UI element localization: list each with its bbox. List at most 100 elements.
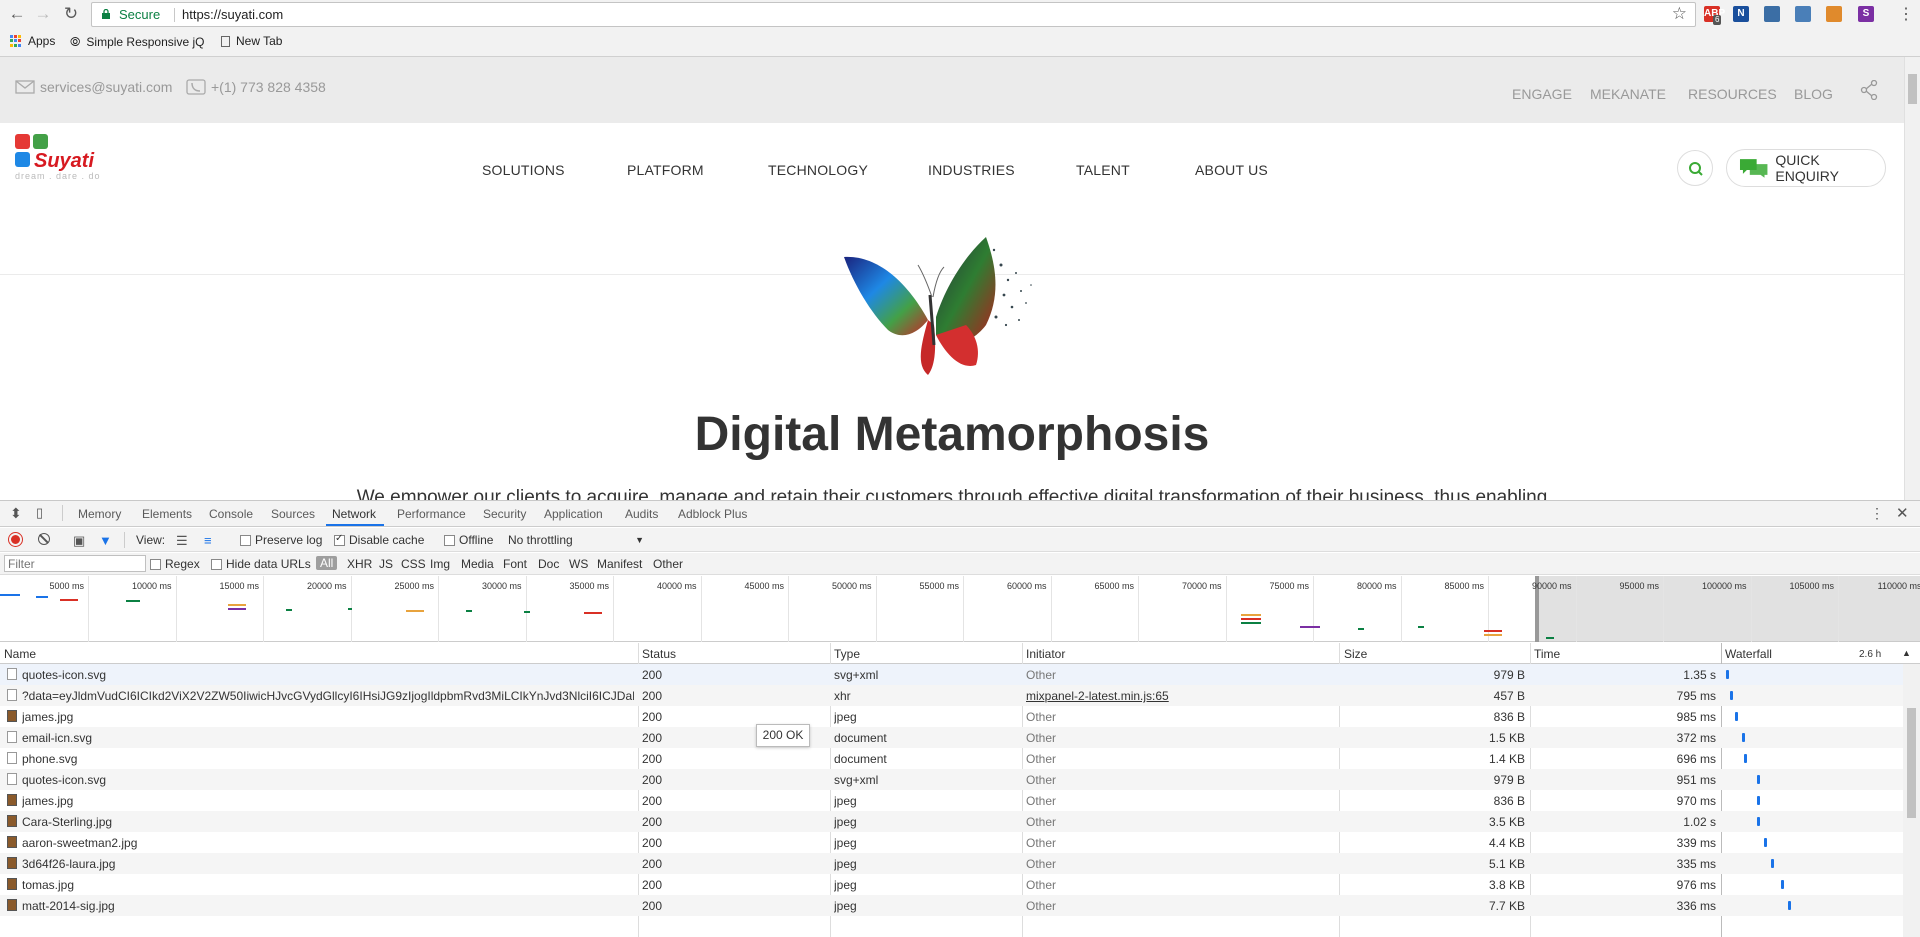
- filter-type-media[interactable]: Media: [461, 557, 494, 571]
- offline-checkbox[interactable]: Offline: [444, 533, 493, 547]
- request-row[interactable]: matt-2014-sig.jpg200jpegOther7.7 KB336 m…: [0, 895, 1903, 916]
- filter-type-css[interactable]: CSS: [401, 557, 426, 571]
- filter-type-xhr[interactable]: XHR: [347, 557, 372, 571]
- request-row[interactable]: quotes-icon.svg200svg+xmlOther979 B951 m…: [0, 769, 1903, 790]
- top-link-resources[interactable]: RESOURCES: [1688, 86, 1777, 102]
- filter-input[interactable]: [4, 555, 146, 572]
- request-row[interactable]: phone.svg200documentOther1.4 KB696 ms: [0, 748, 1903, 769]
- clear-icon[interactable]: [38, 533, 50, 545]
- top-link-mekanate[interactable]: MEKANATE: [1590, 86, 1666, 102]
- filter-type-img[interactable]: Img: [430, 557, 450, 571]
- n-extension-icon[interactable]: N: [1733, 6, 1749, 22]
- throttling-select[interactable]: No throttling▼: [508, 533, 644, 547]
- request-name[interactable]: ?data=eyJldmVudCI6ICIkd2ViX2V2ZW50IiwicH…: [22, 689, 634, 703]
- back-arrow-icon[interactable]: ←: [7, 4, 27, 24]
- tab-network[interactable]: Network: [332, 507, 376, 521]
- request-row[interactable]: tomas.jpg200jpegOther3.8 KB976 ms: [0, 874, 1903, 895]
- s-extension-icon[interactable]: S: [1858, 6, 1874, 22]
- network-overview[interactable]: 5000 ms10000 ms15000 ms20000 ms25000 ms3…: [0, 576, 1920, 642]
- request-row[interactable]: Cara-Sterling.jpg200jpegOther3.5 KB1.02 …: [0, 811, 1903, 832]
- column-initiator[interactable]: Initiator: [1026, 647, 1065, 661]
- column-type[interactable]: Type: [834, 647, 860, 661]
- request-name[interactable]: quotes-icon.svg: [22, 668, 634, 682]
- record-button[interactable]: [9, 533, 22, 546]
- preserve-log-checkbox[interactable]: Preserve log: [240, 533, 322, 547]
- tab-console[interactable]: Console: [209, 507, 253, 521]
- column-size[interactable]: Size: [1344, 647, 1367, 661]
- request-name[interactable]: 3d64f26-laura.jpg: [22, 857, 634, 871]
- request-name[interactable]: james.jpg: [22, 710, 634, 724]
- column-waterfall[interactable]: Waterfall: [1725, 647, 1772, 661]
- tab-audits[interactable]: Audits: [625, 507, 658, 521]
- tab-memory[interactable]: Memory: [78, 507, 121, 521]
- request-row[interactable]: 3d64f26-laura.jpg200jpegOther5.1 KB335 m…: [0, 853, 1903, 874]
- request-initiator[interactable]: mixpanel-2-latest.min.js:65: [1026, 689, 1169, 703]
- request-row[interactable]: ?data=eyJldmVudCI6ICIkd2ViX2V2ZW50IiwicH…: [0, 685, 1903, 706]
- request-row[interactable]: james.jpg200jpegOther836 B985 ms: [0, 706, 1903, 727]
- quick-enquiry-button[interactable]: QUICK ENQUIRY: [1726, 149, 1886, 187]
- column-status[interactable]: Status: [642, 647, 676, 661]
- address-bar[interactable]: Secure https://suyati.com ☆: [91, 2, 1696, 27]
- nav-about-us[interactable]: ABOUT US: [1195, 162, 1268, 178]
- filter-type-font[interactable]: Font: [503, 557, 527, 571]
- page-scrollbar[interactable]: [1904, 57, 1920, 500]
- column-name[interactable]: Name: [4, 647, 36, 661]
- bookmark-new-tab[interactable]: New Tab: [221, 34, 282, 48]
- browser-menu-icon[interactable]: ⋮: [1898, 4, 1914, 24]
- filter-type-doc[interactable]: Doc: [538, 557, 559, 571]
- tab-elements[interactable]: Elements: [142, 507, 192, 521]
- screenshot-extension-icon[interactable]: [1795, 6, 1811, 22]
- overview-icon[interactable]: ≡: [204, 533, 212, 548]
- page-scrollbar-thumb[interactable]: [1908, 74, 1917, 104]
- bookmark-star-icon[interactable]: ☆: [1672, 4, 1687, 24]
- column-time[interactable]: Time: [1534, 647, 1560, 661]
- device-toolbar-icon[interactable]: ▯: [36, 505, 43, 521]
- request-name[interactable]: Cara-Sterling.jpg: [22, 815, 634, 829]
- request-name[interactable]: tomas.jpg: [22, 878, 634, 892]
- request-row[interactable]: aaron-sweetman2.jpg200jpegOther4.4 KB339…: [0, 832, 1903, 853]
- url-text[interactable]: https://suyati.com: [182, 7, 283, 22]
- disable-cache-checkbox[interactable]: Disable cache: [334, 533, 424, 547]
- request-name[interactable]: quotes-icon.svg: [22, 773, 634, 787]
- filter-type-all[interactable]: All: [316, 556, 337, 570]
- forward-arrow-icon[interactable]: →: [33, 4, 53, 24]
- nav-talent[interactable]: TALENT: [1076, 162, 1130, 178]
- phone-contact[interactable]: +(1) 773 828 4358: [186, 79, 326, 95]
- devtools-menu-icon[interactable]: ⋮: [1870, 505, 1884, 522]
- request-name[interactable]: james.jpg: [22, 794, 634, 808]
- close-devtools-icon[interactable]: ✕: [1896, 504, 1909, 522]
- nav-industries[interactable]: INDUSTRIES: [928, 162, 1015, 178]
- tab-application[interactable]: Application: [544, 507, 603, 521]
- request-name[interactable]: matt-2014-sig.jpg: [22, 899, 634, 913]
- requests-scrollbar-thumb[interactable]: [1907, 708, 1916, 818]
- request-name[interactable]: email-icn.svg: [22, 731, 634, 745]
- share-icon[interactable]: [1860, 80, 1878, 100]
- tab-performance[interactable]: Performance: [397, 507, 466, 521]
- request-name[interactable]: phone.svg: [22, 752, 634, 766]
- tab-sources[interactable]: Sources: [271, 507, 315, 521]
- request-row[interactable]: quotes-icon.svg200svg+xmlOther979 B1.35 …: [0, 664, 1903, 685]
- inspect-element-icon[interactable]: ⬍: [10, 505, 22, 522]
- filter-type-ws[interactable]: WS: [569, 557, 588, 571]
- eyedropper-extension-icon[interactable]: [1826, 6, 1842, 22]
- site-search-button[interactable]: [1677, 150, 1713, 186]
- bookmark-apps[interactable]: Apps: [10, 34, 55, 48]
- top-link-blog[interactable]: BLOG: [1794, 86, 1833, 102]
- top-link-engage[interactable]: ENGAGE: [1512, 86, 1572, 102]
- sort-up-icon[interactable]: ▲: [1902, 648, 1911, 658]
- request-row[interactable]: james.jpg200jpegOther836 B970 ms: [0, 790, 1903, 811]
- nav-technology[interactable]: TECHNOLOGY: [768, 162, 868, 178]
- reload-icon[interactable]: ↻: [61, 4, 81, 24]
- regex-checkbox[interactable]: Regex: [150, 557, 200, 571]
- tab-security[interactable]: Security: [483, 507, 526, 521]
- person-extension-icon[interactable]: [1764, 6, 1780, 22]
- filter-type-js[interactable]: JS: [379, 557, 393, 571]
- nav-platform[interactable]: PLATFORM: [627, 162, 704, 178]
- requests-scrollbar[interactable]: [1903, 664, 1920, 937]
- filter-icon[interactable]: ▼: [99, 533, 112, 548]
- tab-adblock-plus[interactable]: Adblock Plus: [678, 507, 747, 521]
- request-name[interactable]: aaron-sweetman2.jpg: [22, 836, 634, 850]
- hide-data-urls-checkbox[interactable]: Hide data URLs: [211, 557, 311, 571]
- request-row[interactable]: email-icn.svg200documentOther1.5 KB372 m…: [0, 727, 1903, 748]
- large-rows-icon[interactable]: ☰: [176, 533, 188, 549]
